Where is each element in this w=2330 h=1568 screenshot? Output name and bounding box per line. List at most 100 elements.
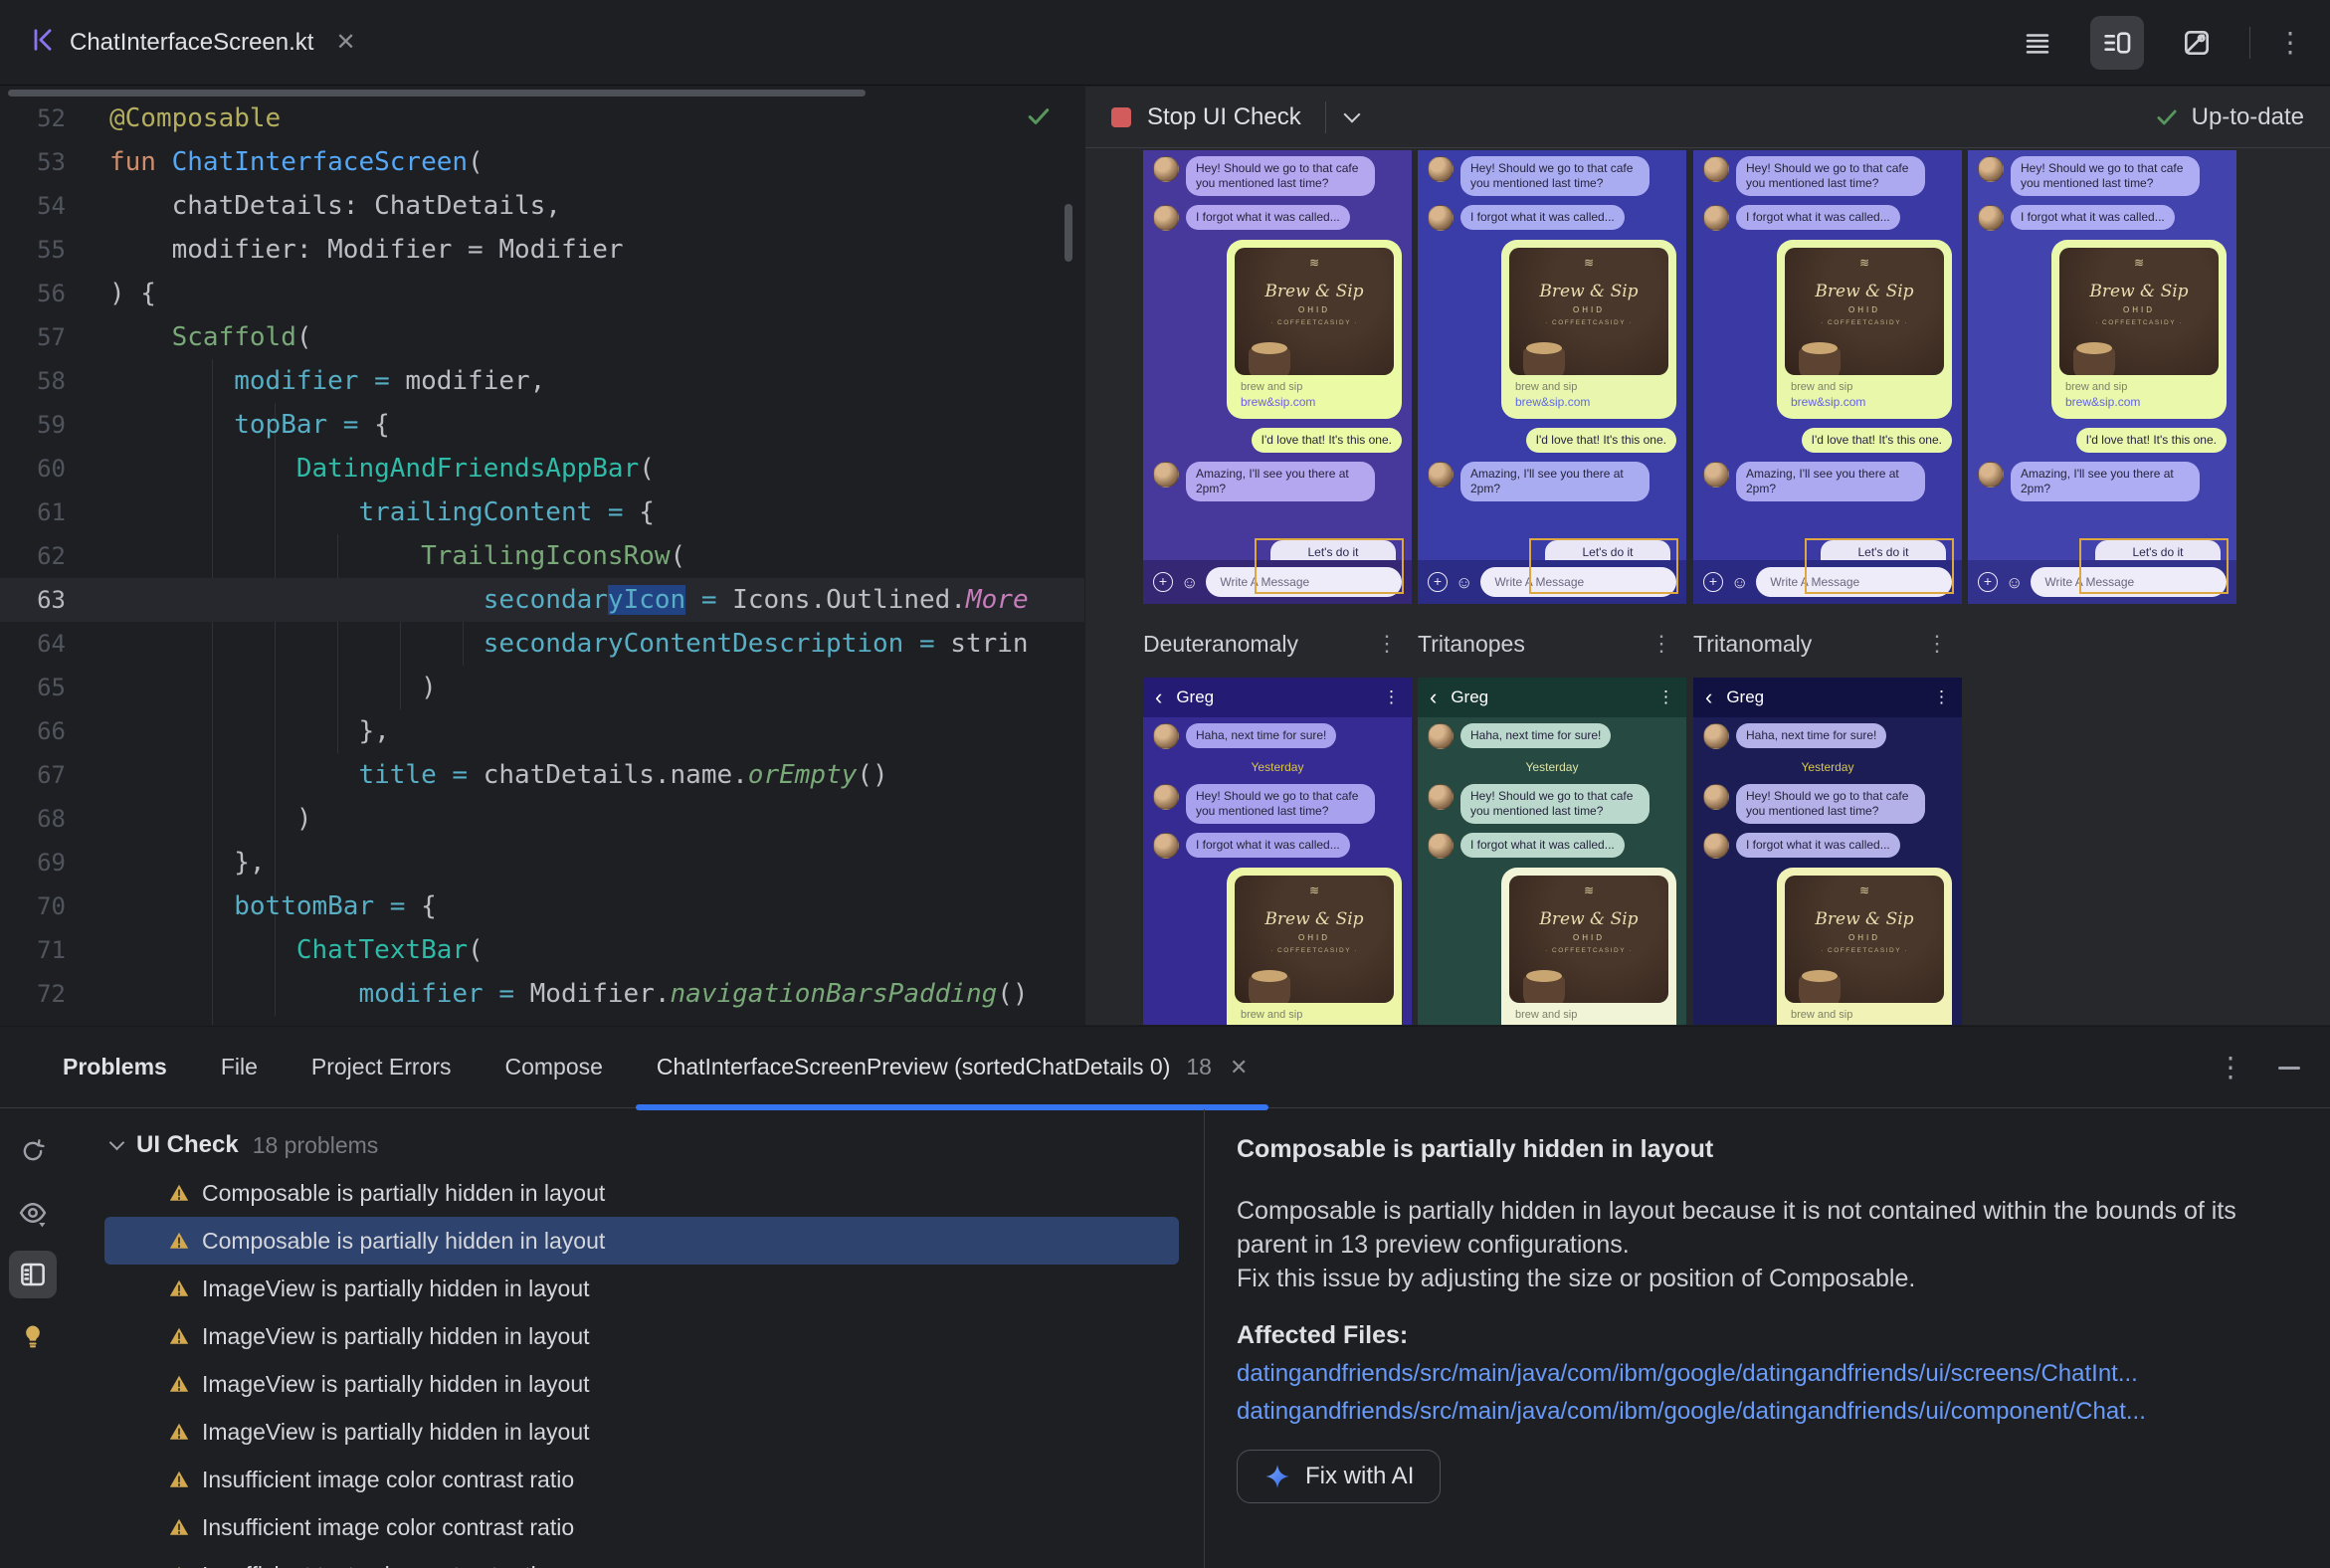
preview-phone[interactable]: ‹ Greg ⋮ Haha, next time for sure! Yesterday… — [1418, 678, 1686, 1025]
code-line-62[interactable]: 62 TrailingIconsRow( — [0, 534, 1084, 578]
message-bubble: I forgot what it was called... — [1736, 833, 1900, 858]
problem-row[interactable]: ImageView is partially hidden in layout — [104, 1265, 1179, 1312]
message-bubble: Hey! Should we go to that cafe you menti… — [1186, 156, 1375, 196]
code-line-57[interactable]: 57 Scaffold( — [0, 315, 1084, 359]
preview-phone[interactable]: Hey! Should we go to that cafe you menti… — [1418, 150, 1686, 604]
close-tab-icon[interactable]: ✕ — [1230, 1055, 1248, 1080]
code-editor[interactable]: 52 @Composable 53 fun ChatInterfaceScreen(5… — [0, 87, 1084, 1025]
minimize-icon[interactable] — [2278, 1066, 2300, 1070]
problem-row[interactable]: Composable is partially hidden in layout — [104, 1169, 1179, 1217]
tab-ui-check-preview[interactable]: ChatInterfaceScreenPreview (sortedChatDe… — [630, 1027, 1275, 1110]
code-line-61[interactable]: 61 trailingContent = { — [0, 490, 1084, 534]
kotlin-file-icon — [30, 27, 56, 58]
preview-phone[interactable]: Hey! Should we go to that cafe you menti… — [1143, 150, 1412, 604]
config-menu-icon[interactable]: ⋮ — [1376, 631, 1398, 657]
lightbulb-icon[interactable] — [9, 1312, 57, 1360]
back-icon[interactable]: ‹ — [1430, 686, 1437, 708]
tab-file[interactable]: File — [194, 1027, 285, 1108]
problem-row[interactable]: Composable is partially hidden in layout — [104, 1217, 1179, 1265]
menu-icon[interactable]: ⋮ — [1657, 687, 1674, 707]
line-number: 69 — [37, 849, 66, 877]
emoji-icon[interactable]: ☺ — [1181, 574, 1198, 591]
problem-row[interactable]: ImageView is partially hidden in layout — [104, 1360, 1179, 1408]
tab-project-errors[interactable]: Project Errors — [285, 1027, 479, 1108]
problem-row[interactable]: Insufficient image color contrast ratio — [104, 1503, 1179, 1551]
problem-row[interactable]: ImageView is partially hidden in layout — [104, 1408, 1179, 1456]
preview-phone[interactable]: ‹ Greg ⋮ Haha, next time for sure! Yesterday… — [1693, 678, 1962, 1025]
code-line-71[interactable]: 71 ChatTextBar( — [0, 928, 1084, 972]
card-link[interactable]: brew&sip.com — [1515, 1023, 1668, 1025]
tab-compose[interactable]: Compose — [478, 1027, 629, 1108]
vertical-scrollbar[interactable] — [1065, 204, 1072, 262]
code-line-54[interactable]: 54 chatDetails: ChatDetails, — [0, 184, 1084, 228]
horizontal-scrollbar[interactable] — [8, 90, 866, 97]
layout-panel-icon[interactable] — [9, 1251, 57, 1298]
affected-file-link[interactable]: datingandfriends/src/main/java/com/ibm/g… — [1237, 1360, 2300, 1388]
menu-icon[interactable]: ⋮ — [1383, 687, 1400, 707]
emoji-icon[interactable]: ☺ — [1456, 574, 1472, 591]
inspection-ok-icon[interactable] — [1025, 102, 1053, 135]
emoji-icon[interactable]: ☺ — [2006, 574, 2023, 591]
problem-row[interactable]: Insufficient image color contrast ratio — [104, 1456, 1179, 1503]
config-menu-icon[interactable]: ⋮ — [1926, 631, 1948, 657]
code-line-67[interactable]: 67 title = chatDetails.name.orEmpty() — [0, 753, 1084, 797]
add-icon[interactable]: + — [1978, 572, 1998, 592]
code-line-59[interactable]: 59 topBar = { — [0, 403, 1084, 447]
refresh-icon[interactable] — [9, 1127, 57, 1175]
code-line-53[interactable]: 53 fun ChatInterfaceScreen( — [0, 140, 1084, 184]
brand-subtext2: · COFFEETCASIDY · — [1545, 319, 1633, 326]
back-icon[interactable]: ‹ — [1155, 686, 1162, 708]
code-line-69[interactable]: 69 }, — [0, 841, 1084, 884]
problem-details-pane: Composable is partially hidden in layout… — [1204, 1109, 2330, 1568]
code-line-72[interactable]: 72 modifier = Modifier.navigationBarsPad… — [0, 972, 1084, 1016]
chevron-down-icon[interactable] — [1343, 105, 1361, 122]
code-line-73[interactable]: 73 onAddClick = {} — [0, 1016, 1084, 1025]
emoji-icon[interactable]: ☺ — [1731, 574, 1748, 591]
code-line-64[interactable]: 64 secondaryContentDescription = strin — [0, 622, 1084, 666]
code-line-68[interactable]: 68 ) — [0, 797, 1084, 841]
add-icon[interactable]: + — [1428, 572, 1448, 592]
code-line-63[interactable]: 63 secondaryIcon = Icons.Outlined.More — [0, 578, 1084, 622]
card-link[interactable]: brew&sip.com — [1515, 395, 1668, 409]
card-link[interactable]: brew&sip.com — [2065, 395, 2219, 409]
problem-row[interactable]: ImageView is partially hidden in layout — [104, 1312, 1179, 1360]
line-number: 63 — [37, 586, 66, 614]
affected-file-link[interactable]: datingandfriends/src/main/java/com/ibm/g… — [1237, 1398, 2300, 1426]
problems-group-header[interactable]: UI Check 18 problems — [66, 1121, 1204, 1169]
close-tab-icon[interactable]: ✕ — [335, 28, 355, 57]
preview-phone[interactable]: Hey! Should we go to that cafe you menti… — [1968, 150, 2236, 604]
preview-eye-icon[interactable] — [9, 1189, 57, 1237]
preview-phone[interactable]: Hey! Should we go to that cafe you menti… — [1693, 150, 1962, 604]
code-line-58[interactable]: 58 modifier = modifier, — [0, 359, 1084, 403]
menu-icon[interactable]: ⋮ — [1933, 687, 1950, 707]
card-link[interactable]: brew&sip.com — [1241, 395, 1394, 409]
add-icon[interactable]: + — [1153, 572, 1173, 592]
card-link[interactable]: brew&sip.com — [1241, 1023, 1394, 1025]
message-bubble: Amazing, I'll see you there at 2pm? — [1186, 462, 1375, 501]
config-menu-icon[interactable]: ⋮ — [1650, 631, 1672, 657]
preview-phone[interactable]: ‹ Greg ⋮ Haha, next time for sure! Yesterday… — [1143, 678, 1412, 1025]
fix-with-ai-button[interactable]: Fix with AI — [1237, 1450, 1442, 1503]
code-line-66[interactable]: 66 }, — [0, 709, 1084, 753]
add-icon[interactable]: + — [1703, 572, 1723, 592]
back-icon[interactable]: ‹ — [1705, 686, 1712, 708]
coffee-cup — [1249, 342, 1290, 375]
split-view-icon[interactable] — [2090, 16, 2144, 70]
more-options-icon[interactable]: ⋮ — [2276, 29, 2304, 57]
code-view-icon[interactable] — [2011, 16, 2064, 70]
code-line-52[interactable]: 52 @Composable — [0, 97, 1084, 140]
code-line-55[interactable]: 55 modifier: Modifier = Modifier — [0, 228, 1084, 272]
design-view-icon[interactable] — [2170, 16, 2224, 70]
code-line-65[interactable]: 65 ) — [0, 666, 1084, 709]
editor-tab[interactable]: ChatInterfaceScreen.kt ✕ — [0, 0, 378, 86]
tab-problems[interactable]: Problems — [36, 1027, 194, 1108]
contact-avatar — [1978, 462, 2004, 488]
card-link[interactable]: brew&sip.com — [1791, 395, 1944, 409]
panel-options-icon[interactable]: ⋮ — [2217, 1054, 2244, 1081]
card-link[interactable]: brew&sip.com — [1791, 1023, 1944, 1025]
stop-ui-check-button[interactable]: Stop UI Check — [1111, 103, 1301, 131]
code-line-56[interactable]: 56) { — [0, 272, 1084, 315]
code-line-60[interactable]: 60 DatingAndFriendsAppBar( — [0, 447, 1084, 490]
problem-row[interactable]: Insufficient text color contrast ratio — [104, 1551, 1179, 1568]
code-line-70[interactable]: 70 bottomBar = { — [0, 884, 1084, 928]
